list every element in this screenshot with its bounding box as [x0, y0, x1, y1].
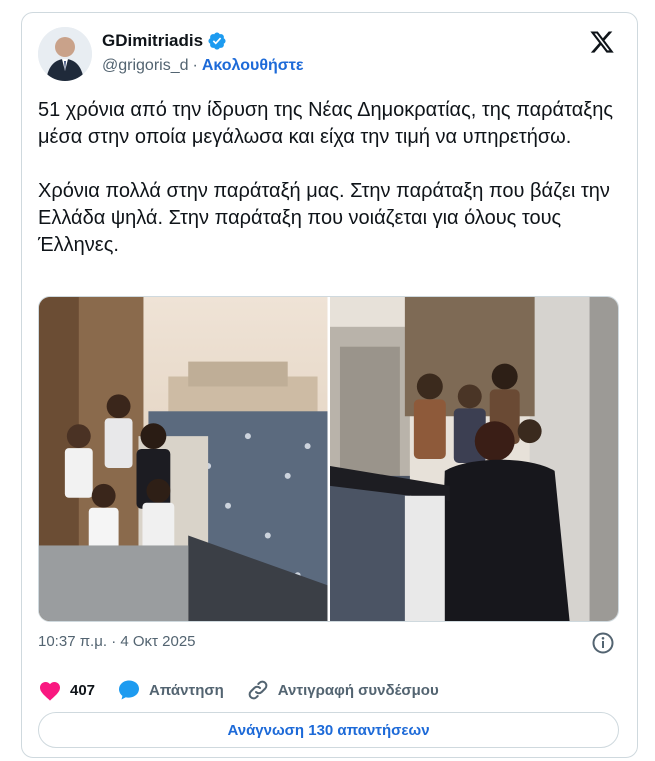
avatar[interactable]: [38, 27, 92, 81]
separator: ·: [192, 57, 198, 74]
action-bar: 407 Απάντηση Αντιγραφή συνδέσμου: [38, 677, 461, 703]
read-replies-button[interactable]: Ανάγνωση 130 απαντήσεων: [38, 712, 619, 748]
link-icon: [248, 680, 268, 700]
x-logo-icon[interactable]: [589, 29, 615, 55]
reply-button[interactable]: Απάντηση: [117, 678, 224, 702]
reply-bubble-icon: [119, 680, 140, 700]
follow-button[interactable]: Ακολουθήστε: [202, 57, 304, 75]
like-count: 407: [70, 681, 96, 699]
media-grid: [38, 296, 619, 622]
heart-icon: [40, 682, 60, 701]
copy-link-label: Αντιγραφή συνδέσμου: [277, 681, 439, 699]
verified-badge-icon: [208, 32, 226, 50]
tweet-card: GDimitriadis @grigoris_d · Ακολουθήστε 5…: [21, 12, 638, 758]
photo-left[interactable]: [39, 297, 328, 621]
tweet-text: 51 χρόνια από την ίδρυση της Νέας Δημοκρ…: [38, 99, 613, 256]
reply-label: Απάντηση: [149, 681, 224, 699]
timestamp[interactable]: 10:37 π.μ. · 4 Οκτ 2025: [38, 633, 196, 650]
display-name[interactable]: GDimitriadis: [102, 31, 227, 51]
like-button[interactable]: 407: [38, 679, 95, 701]
handle[interactable]: @grigoris_d: [102, 57, 189, 75]
photo-right[interactable]: [329, 297, 618, 621]
display-name-text[interactable]: GDimitriadis: [102, 31, 203, 51]
handle-row: @grigoris_d · Ακολουθήστε: [102, 57, 303, 75]
copy-link-button[interactable]: Αντιγραφή συνδέσμου: [246, 678, 439, 702]
info-icon[interactable]: [591, 631, 615, 655]
